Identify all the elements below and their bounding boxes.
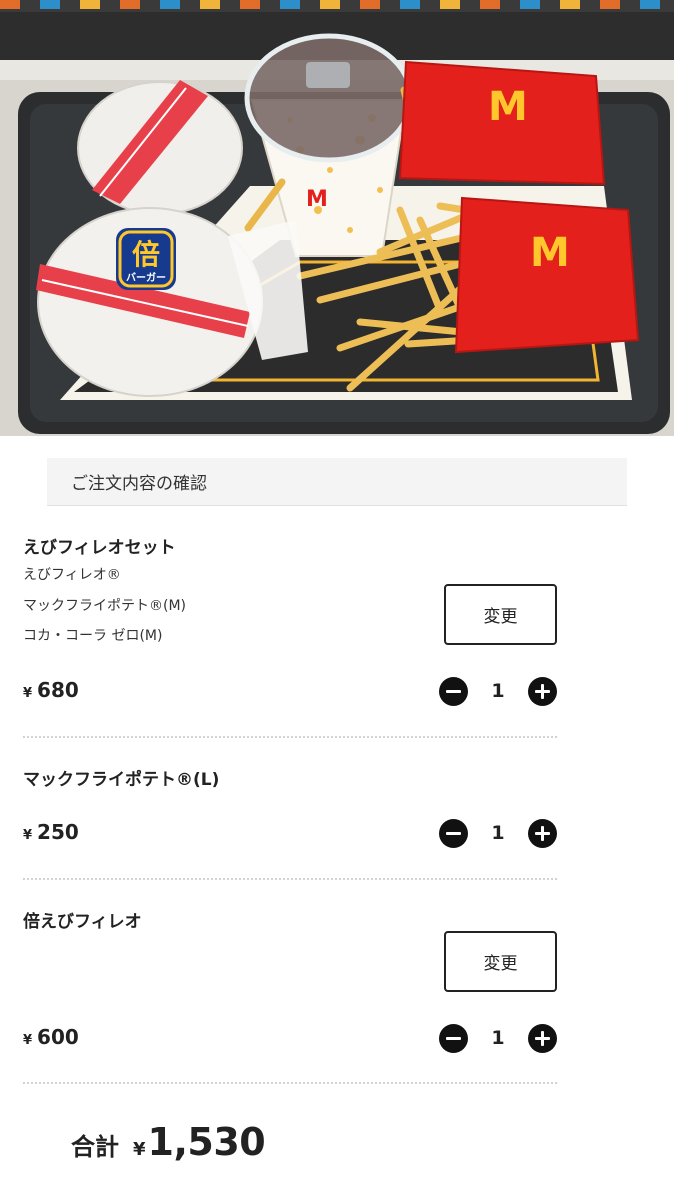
quantity-stepper: 1 bbox=[439, 1023, 557, 1053]
item-divider bbox=[23, 878, 557, 880]
item-divider bbox=[23, 1082, 557, 1084]
yen-sign: ¥ bbox=[23, 686, 33, 701]
order-total: 合計 ¥ 1,530 bbox=[71, 1120, 266, 1164]
total-label: 合計 bbox=[71, 1133, 119, 1161]
total-yen-sign: ¥ bbox=[133, 1139, 146, 1160]
item-price: ¥ 680 bbox=[23, 678, 79, 702]
panel-header: ご注文内容の確認 bbox=[47, 458, 627, 506]
change-button[interactable]: 変更 bbox=[444, 584, 557, 645]
quantity-stepper: 1 bbox=[439, 818, 557, 848]
cup-logo: M bbox=[306, 187, 328, 212]
yen-sign: ¥ bbox=[23, 828, 33, 843]
item-name: えびフィレオセット bbox=[23, 538, 176, 558]
item-subitem: えびフィレオ® bbox=[23, 567, 121, 583]
price-value: 600 bbox=[37, 1025, 79, 1049]
item-divider bbox=[23, 736, 557, 738]
item-name: 倍えびフィレオ bbox=[23, 912, 142, 932]
minus-icon[interactable] bbox=[439, 676, 468, 706]
total-amount: 1,530 bbox=[147, 1120, 266, 1164]
burger-wrapped-back bbox=[77, 80, 243, 215]
price-value: 250 bbox=[37, 820, 79, 844]
fries-logo-front: M bbox=[530, 230, 570, 276]
order-confirmation-panel: ご注文内容の確認 bbox=[47, 458, 627, 506]
yen-sign: ¥ bbox=[23, 1033, 33, 1048]
fries-logo-back: M bbox=[488, 84, 528, 130]
change-button[interactable]: 変更 bbox=[444, 931, 557, 992]
burger-badge-subtext: バーガー bbox=[126, 271, 166, 284]
hero-photo: 倍 バーガー M M M bbox=[0, 0, 674, 436]
quantity-stepper: 1 bbox=[439, 676, 557, 706]
minus-icon[interactable] bbox=[439, 1023, 468, 1053]
item-price: ¥ 600 bbox=[23, 1025, 79, 1049]
quantity-value: 1 bbox=[491, 822, 505, 844]
minus-icon[interactable] bbox=[439, 818, 468, 848]
item-price: ¥ 250 bbox=[23, 820, 79, 844]
colored-wall-stripes bbox=[0, 0, 660, 9]
quantity-value: 1 bbox=[491, 680, 505, 702]
meal-tray-illustration: 倍 バーガー M M M bbox=[0, 0, 674, 436]
burger-badge-text: 倍 bbox=[132, 238, 160, 271]
item-name: マックフライポテト®(L) bbox=[23, 770, 220, 790]
price-value: 680 bbox=[37, 678, 79, 702]
quantity-value: 1 bbox=[491, 1027, 505, 1049]
plus-icon[interactable] bbox=[528, 676, 557, 706]
plus-icon[interactable] bbox=[528, 1023, 557, 1053]
plus-icon[interactable] bbox=[528, 818, 557, 848]
